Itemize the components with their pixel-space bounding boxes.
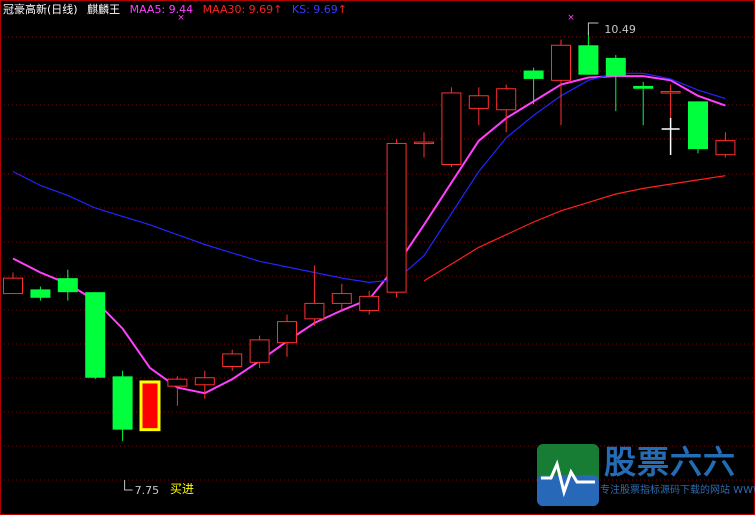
low-price-label: 7.75 [135, 484, 160, 497]
chart-window: × × 10.49 7.75 买进 冠豪高新(日线) 麒麟王 MAA5: 9.44 MA… [0, 0, 755, 515]
candle-body [496, 88, 517, 111]
series-maa30-line [423, 175, 726, 282]
chart-frame [0, 0, 755, 515]
candle-body-signal [139, 380, 161, 432]
stock-title: 冠豪高新(日线) [3, 3, 78, 16]
low-pointer [124, 480, 133, 491]
candle-body [523, 70, 544, 79]
buy-signal-label: 买进 [170, 482, 194, 496]
up-arrow-icon: ↑ [337, 3, 348, 16]
candle-body [414, 141, 434, 145]
candle-body [249, 339, 270, 363]
candle-body [633, 85, 654, 89]
watermark-logo-icon [537, 444, 599, 506]
candle-body [359, 295, 380, 311]
watermark-url: 专注股票指标源码下载的网站 WWW.GP66.CN [600, 485, 755, 496]
candle-body [167, 378, 188, 387]
maa5-value: MAA5: 9.44 [129, 3, 194, 16]
indicator-name: 麒麟王 [87, 3, 121, 16]
ks-label: KS: 9.69 [291, 3, 338, 16]
candle-body [277, 321, 297, 344]
series-maa5-line [12, 75, 726, 395]
top-marker: × [567, 13, 575, 23]
ks-value: KS: 9.69↑ [292, 3, 347, 16]
candle-body [194, 377, 215, 386]
candle-body [112, 376, 133, 430]
candle-body [578, 45, 599, 75]
candle-body [85, 292, 106, 378]
candle-body [441, 92, 462, 166]
candle-body [468, 95, 489, 109]
candlestick-chart[interactable]: × ×10.497.75 买进 [0, 0, 755, 515]
high-price-label: 10.49 [604, 23, 636, 36]
up-arrow-icon: ↑ [273, 3, 283, 16]
candle-body [660, 91, 681, 94]
maa30-label: MAA30: 9.69 [202, 3, 274, 16]
watermark-brand: 股票六六 [604, 443, 737, 481]
candle-body [304, 302, 325, 320]
chart-legend: 冠豪高新(日线) 麒麟王 MAA5: 9.44 MAA30: 9.69↑ KS:… [3, 2, 353, 18]
candle-body [688, 101, 708, 150]
candle-body [57, 278, 78, 293]
candle-body [30, 289, 51, 298]
candle-body [3, 277, 23, 295]
candle-body [222, 353, 243, 368]
candle-body [715, 140, 736, 156]
candle-body [551, 44, 571, 81]
candle-body [386, 142, 407, 293]
high-pointer [587, 22, 599, 35]
series-ks-line [12, 72, 726, 284]
candle-body [605, 57, 626, 77]
candle-body [331, 293, 352, 304]
maa30-value: MAA30: 9.69↑ [203, 3, 283, 16]
